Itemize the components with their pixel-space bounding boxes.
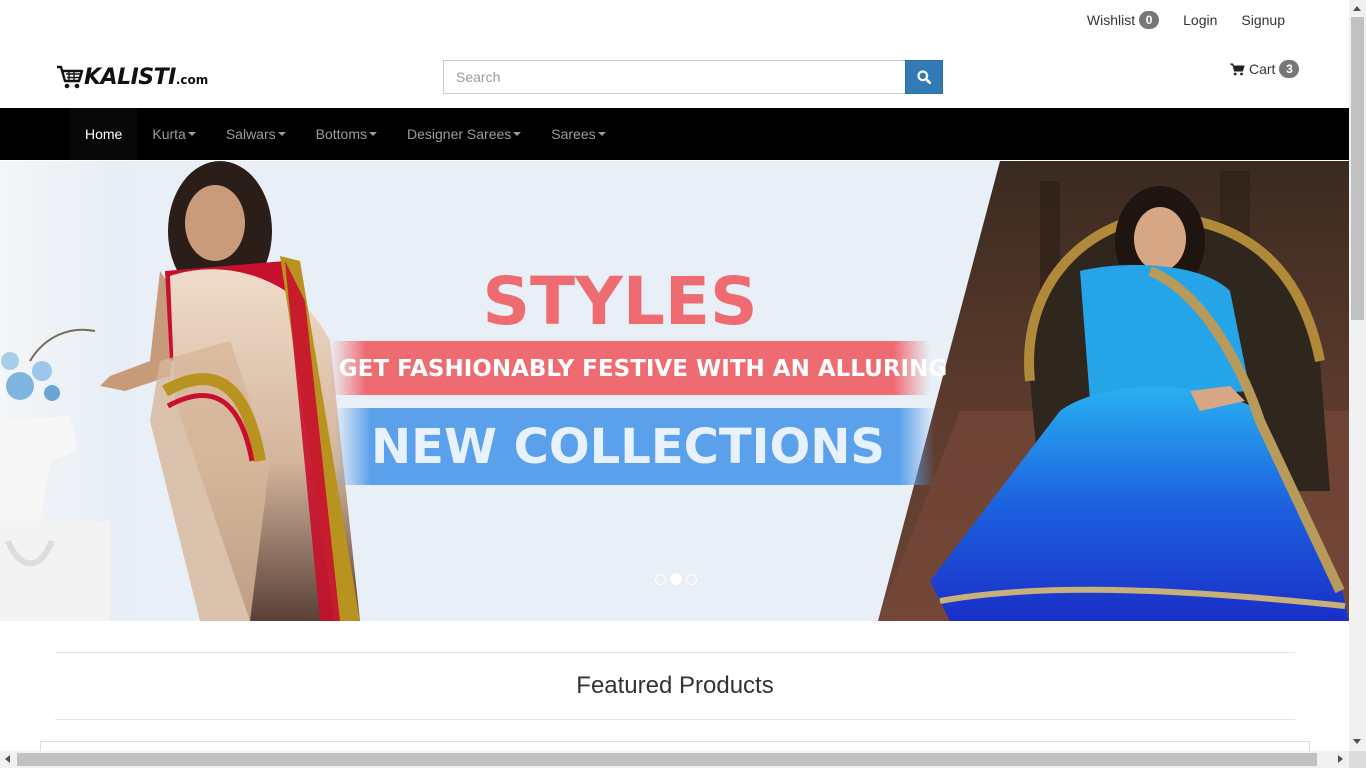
search-button[interactable] <box>905 60 943 94</box>
cart-count-badge: 3 <box>1279 60 1300 78</box>
horizontal-scroll-thumb[interactable] <box>17 753 1317 766</box>
scroll-right-icon[interactable] <box>1338 755 1343 763</box>
divider-bottom <box>55 719 1295 720</box>
vertical-scroll-thumb[interactable] <box>1351 17 1364 320</box>
wishlist-link[interactable]: Wishlist 0 <box>1086 11 1160 29</box>
horizontal-scrollbar[interactable] <box>0 751 1349 768</box>
hero-carousel[interactable]: STYLES GET FASHIONABLY FESTIVE WITH AN A… <box>0 161 1349 621</box>
banner-image: STYLES GET FASHIONABLY FESTIVE WITH AN A… <box>0 161 1349 621</box>
carousel-dot[interactable] <box>686 574 697 585</box>
logo-wordmark: KALISTI <box>84 64 176 90</box>
nav-item-designer-sarees[interactable]: Designer Sarees <box>392 108 536 160</box>
page: Wishlist 0 Login Signup KALISTI .com Sea… <box>0 0 1349 751</box>
divider-top <box>55 652 1295 653</box>
search-input[interactable] <box>443 60 905 94</box>
nav-item-label: Sarees <box>551 126 596 142</box>
shopping-cart-logo-icon <box>57 65 84 89</box>
caret-down-icon <box>597 132 606 136</box>
nav-item-bottoms[interactable]: Bottoms <box>301 108 392 160</box>
cart-link[interactable]: Cart 3 <box>1230 60 1300 78</box>
search-bar <box>443 60 943 94</box>
scrollbar-corner <box>1349 751 1366 768</box>
top-links: Wishlist 0 Login Signup <box>1063 8 1285 32</box>
nav-item-home[interactable]: Home <box>70 108 138 160</box>
nav-item-label: Home <box>85 126 123 142</box>
cart-label: Cart <box>1249 61 1276 77</box>
nav-item-salwars[interactable]: Salwars <box>211 108 301 160</box>
carousel-dot[interactable] <box>655 574 666 585</box>
scroll-up-icon[interactable] <box>1353 6 1361 11</box>
caret-down-icon <box>368 132 377 136</box>
main-navbar: Home Kurta Salwars Bottoms Designer Sarees Sa… <box>0 108 1349 160</box>
carousel-dot-active[interactable] <box>670 573 682 585</box>
nav-item-sarees[interactable]: Sarees <box>536 108 620 160</box>
banner-tagline: GET FASHIONABLY FESTIVE WITH AN ALLURING <box>339 356 947 382</box>
nav-item-label: Kurta <box>152 126 186 142</box>
nav-item-label: Bottoms <box>315 126 367 142</box>
caret-down-icon <box>513 132 522 136</box>
carousel-indicators <box>653 573 699 585</box>
search-icon <box>917 70 931 84</box>
caret-down-icon <box>277 132 286 136</box>
scroll-left-icon[interactable] <box>5 755 10 763</box>
wishlist-label: Wishlist <box>1086 12 1136 28</box>
wishlist-count-badge: 0 <box>1139 11 1160 29</box>
logo-suffix: .com <box>175 73 209 87</box>
nav-item-label: Designer Sarees <box>406 126 512 142</box>
product-panel <box>40 741 1310 751</box>
signup-link[interactable]: Signup <box>1241 12 1285 28</box>
featured-products-heading: Featured Products <box>576 672 774 699</box>
site-logo[interactable]: KALISTI .com <box>56 64 208 90</box>
banner-headline: STYLES <box>482 263 757 340</box>
scroll-down-icon[interactable] <box>1353 739 1361 744</box>
nav-menu: Home Kurta Salwars Bottoms Designer Sarees Sa… <box>70 108 621 160</box>
cart-icon <box>1230 63 1245 75</box>
nav-item-label: Salwars <box>225 126 276 142</box>
banner-subline: NEW COLLECTIONS <box>371 419 885 475</box>
login-link[interactable]: Login <box>1183 12 1217 28</box>
nav-item-kurta[interactable]: Kurta <box>137 108 210 160</box>
caret-down-icon <box>187 132 196 136</box>
vertical-scrollbar[interactable] <box>1349 0 1366 751</box>
